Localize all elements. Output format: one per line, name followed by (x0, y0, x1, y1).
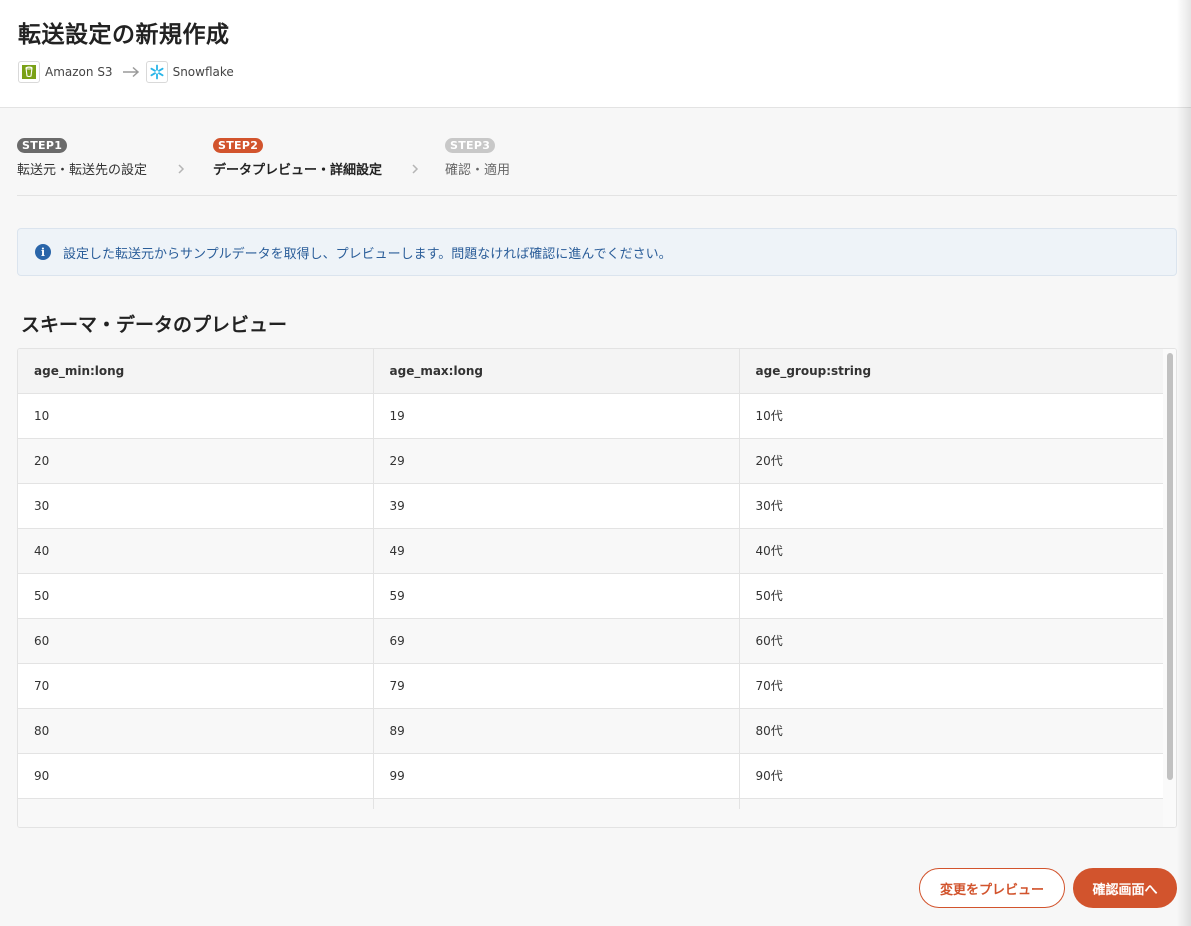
table-footer (18, 809, 1165, 827)
info-text: 設定した転送元からサンプルデータを取得し、プレビューします。問題なければ確認に進… (63, 246, 672, 262)
table-row: 40 49 40代 (18, 528, 1166, 574)
table-cell: 89 (373, 708, 740, 754)
to-confirm-button[interactable]: 確認画面へ (1073, 868, 1177, 908)
amazon-s3-icon (18, 61, 40, 83)
table-cell: 70代 (739, 663, 1166, 709)
snowflake-icon (145, 61, 168, 83)
table-row: 60 69 60代 (18, 618, 1166, 664)
table-cell: 30代 (739, 483, 1166, 529)
preview-table: age_min:long age_max:long age_group:stri… (18, 349, 1166, 812)
column-header: age_max:long (373, 349, 740, 394)
table-cell: 80代 (739, 708, 1166, 754)
table-cell: 20代 (739, 438, 1166, 484)
column-header: age_min:long (18, 349, 374, 394)
table-row: 30 39 30代 (18, 483, 1166, 529)
chevron-right-icon (177, 160, 185, 179)
preview-title: スキーマ・データのプレビュー (21, 314, 288, 336)
table-cell: 10 (18, 393, 374, 439)
table-cell: 50代 (739, 573, 1166, 619)
table-cell: 60 (18, 618, 374, 664)
table-cell: 60代 (739, 618, 1166, 664)
table-cell: 59 (373, 573, 740, 619)
table-cell: 39 (373, 483, 740, 529)
table-cell: 80 (18, 708, 374, 754)
step-indicator: STEP1 転送元・転送先の設定 STEP2 データプレビュー・詳細設定 STE… (17, 134, 1177, 196)
connector-breadcrumb: Amazon S3 Snowflake (18, 60, 234, 84)
step-3: STEP3 確認・適用 (445, 134, 510, 178)
table-cell: 29 (373, 438, 740, 484)
step-label: 転送元・転送先の設定 (17, 163, 148, 178)
vertical-scrollbar[interactable] (1163, 349, 1176, 827)
table-cell: 10代 (739, 393, 1166, 439)
source-label: Amazon S3 (45, 65, 113, 79)
info-icon: i (35, 244, 51, 260)
table-row: 80 89 80代 (18, 708, 1166, 754)
scrollbar-thumb[interactable] (1167, 353, 1173, 780)
table-header-row: age_min:long age_max:long age_group:stri… (18, 349, 1166, 394)
table-row: 70 79 70代 (18, 663, 1166, 709)
table-cell: 20 (18, 438, 374, 484)
panel-edge-shadow (1177, 0, 1191, 926)
table-cell: 90 (18, 753, 374, 799)
table-cell: 49 (373, 528, 740, 574)
table-row: 90 99 90代 (18, 753, 1166, 799)
destination-label: Snowflake (172, 65, 234, 79)
step-label: データプレビュー・詳細設定 (213, 163, 383, 178)
table-cell: 19 (373, 393, 740, 439)
info-message: i 設定した転送元からサンプルデータを取得し、プレビューします。問題なければ確認… (17, 228, 1177, 276)
table-cell: 69 (373, 618, 740, 664)
preview-changes-button[interactable]: 変更をプレビュー (919, 868, 1065, 908)
table-cell: 40 (18, 528, 374, 574)
table-cell: 79 (373, 663, 740, 709)
step-2: STEP2 データプレビュー・詳細設定 (213, 134, 382, 178)
table-row: 20 29 20代 (18, 438, 1166, 484)
step-label: 確認・適用 (445, 163, 511, 178)
step-badge: STEP2 (213, 138, 264, 153)
step-1: STEP1 転送元・転送先の設定 (17, 134, 147, 178)
page-title: 転送設定の新規作成 (18, 22, 230, 48)
page: 転送設定の新規作成 Amazon S3 Snowflake STEP1 転送元・… (0, 0, 1191, 926)
step-badge: STEP3 (445, 138, 496, 153)
table-cell: 30 (18, 483, 374, 529)
chevron-right-icon (411, 160, 419, 179)
table-cell: 50 (18, 573, 374, 619)
table-cell: 90代 (739, 753, 1166, 799)
column-header: age_group:string (739, 349, 1166, 394)
table-row: 10 19 10代 (18, 393, 1166, 439)
page-header: 転送設定の新規作成 Amazon S3 Snowflake (0, 0, 1191, 108)
table-cell: 70 (18, 663, 374, 709)
arrow-right-icon (122, 66, 140, 78)
preview-table-container[interactable]: age_min:long age_max:long age_group:stri… (17, 348, 1177, 828)
step-badge: STEP1 (17, 138, 68, 153)
table-cell: 40代 (739, 528, 1166, 574)
table-row: 50 59 50代 (18, 573, 1166, 619)
table-cell: 99 (373, 753, 740, 799)
